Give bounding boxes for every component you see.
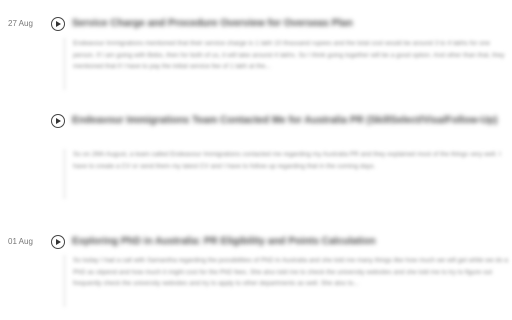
entry-title[interactable]: Endeavour Immigrations Team Contacted Me… (72, 114, 504, 128)
entry-date: 27 Aug (8, 19, 33, 28)
play-icon[interactable] (51, 235, 65, 249)
play-icon[interactable] (51, 17, 65, 31)
entry-summary: So today I had a call with Samantha rega… (64, 255, 510, 307)
entry-summary: So on 26th August, a team called Endeavo… (64, 149, 510, 199)
list-item: 01 Aug Exploring PhD in Australia: PR El… (0, 235, 512, 315)
entry-summary: Endeavour Immigrations mentioned that th… (64, 38, 510, 90)
entry-title[interactable]: Exploring PhD in Australia: PR Eligibili… (72, 235, 504, 249)
entry-date: 01 Aug (8, 237, 33, 246)
list-item: 27 Aug Service Charge and Procedure Over… (0, 17, 512, 97)
entry-title[interactable]: Service Charge and Procedure Overview fo… (72, 17, 504, 31)
play-icon[interactable] (51, 114, 65, 128)
list-item: Endeavour Immigrations Team Contacted Me… (0, 114, 512, 206)
